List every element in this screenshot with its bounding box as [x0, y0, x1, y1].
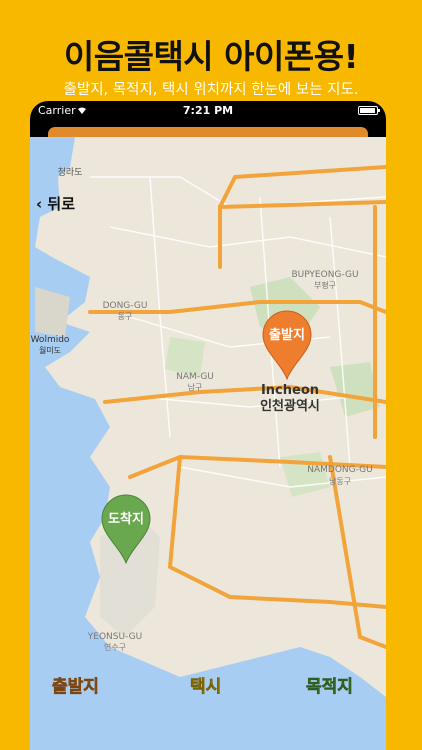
- destination-button[interactable]: 목적지: [306, 672, 354, 698]
- promo-subline: 출발지, 목적지, 택시 위치까지 한눈에 보는 지도.: [63, 82, 359, 98]
- status-bar: Carrier 7:21 PM: [30, 101, 386, 121]
- phone-screen: Carrier 7:21 PM 청라도 DONG-GU 동구 Wolmido 월…: [30, 101, 386, 750]
- origin-pin-label: 출발지: [269, 328, 305, 343]
- map-label-wolmido-en: Wolmido: [31, 335, 70, 345]
- destination-pin[interactable]: 도착지: [98, 493, 154, 565]
- promo-headline: 이음콜택시 아이폰용!: [63, 37, 359, 76]
- map-label-yeonsu-ko: 연수구: [104, 643, 126, 652]
- map-label-dong-gu-ko: 동구: [118, 312, 133, 321]
- map-label-namdong-ko: 남동구: [329, 477, 351, 486]
- map-label-wolmido-ko: 월미도: [39, 345, 61, 355]
- back-button[interactable]: ‹ 뒤로: [36, 193, 75, 214]
- battery-icon: [358, 106, 380, 115]
- map-label-nam-gu-en: NAM-GU: [176, 372, 214, 382]
- bottom-toolbar: 출발지 택시 목적지: [0, 672, 422, 702]
- map-pin-icon: [101, 494, 151, 565]
- map-label-namdong-en: NAMDONG-GU: [307, 465, 373, 475]
- map-label-bupyeong-en: BUPYEONG-GU: [291, 270, 358, 280]
- map-label-incheon-en: Incheon: [261, 383, 319, 398]
- map-view[interactable]: 청라도 DONG-GU 동구 Wolmido 월미도 BUPYEONG-GU 부…: [30, 137, 386, 750]
- taxi-button[interactable]: 택시: [190, 672, 222, 698]
- map-pin-icon: [262, 310, 312, 381]
- origin-pin[interactable]: 출발지: [259, 309, 315, 381]
- status-time: 7:21 PM: [182, 104, 234, 117]
- destination-pin-label: 도착지: [108, 512, 144, 527]
- map-label-dong-gu-en: DONG-GU: [103, 301, 148, 311]
- map-label-bupyeong-ko: 부평구: [314, 280, 336, 290]
- origin-button[interactable]: 출발지: [52, 672, 100, 698]
- map-label-incheon-ko: 인천광역시: [260, 398, 320, 414]
- map-label-chungra: 청라도: [58, 167, 83, 178]
- map-label-nam-gu-ko: 남구: [188, 383, 203, 392]
- map-label-yeonsu-en: YEONSU-GU: [87, 632, 142, 642]
